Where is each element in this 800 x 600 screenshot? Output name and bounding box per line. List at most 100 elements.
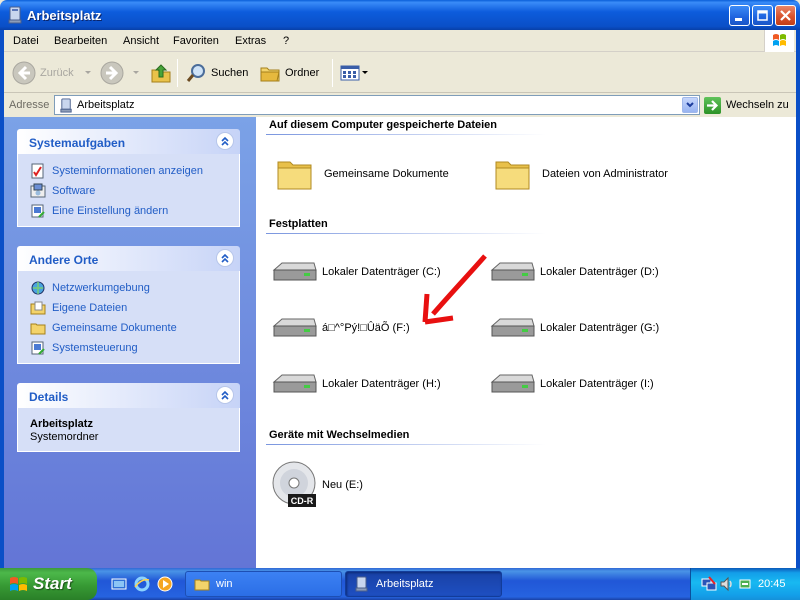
title-bar[interactable]: Arbeitsplatz: [0, 0, 800, 30]
windows-flag-icon: [10, 577, 27, 591]
toolbar-separator: [332, 59, 333, 87]
item-drive-g[interactable]: Lokaler Datenträger (G:): [488, 306, 659, 350]
cd-r-icon: CD-R: [272, 461, 316, 507]
views-icon: [340, 65, 360, 81]
item-shared-documents[interactable]: Gemeinsame Dokumente: [272, 152, 449, 196]
menu-help[interactable]: ?: [283, 35, 289, 47]
link-shared-documents[interactable]: Gemeinsame Dokumente: [30, 318, 239, 338]
chevron-up-icon: [221, 253, 229, 263]
item-label: Neu (E:): [322, 479, 363, 491]
link-label: Systemsteuerung: [52, 342, 138, 354]
views-button[interactable]: [339, 59, 369, 87]
windows-logo: [764, 30, 794, 52]
system-tasks-panel: Systemaufgaben Systeminformationen anzei…: [17, 129, 240, 227]
chevron-up-icon: [221, 136, 229, 146]
network-tray-icon[interactable]: [701, 576, 717, 592]
forward-button[interactable]: [100, 59, 142, 87]
folder-icon: [495, 161, 530, 190]
item-label: Gemeinsame Dokumente: [324, 168, 449, 180]
item-admin-files[interactable]: Dateien von Administrator: [490, 152, 668, 196]
collapse-button[interactable]: [216, 386, 234, 404]
chevron-up-icon: [221, 390, 229, 400]
computer-icon: [355, 576, 368, 592]
link-change-setting[interactable]: Eine Einstellung ändern: [30, 201, 239, 221]
system-tasks-header[interactable]: Systemaufgaben: [17, 129, 240, 154]
item-label: Dateien von Administrator: [542, 168, 668, 180]
annotation-arrow: [422, 254, 487, 325]
media-player-icon[interactable]: [157, 576, 173, 592]
task-pane: Systemaufgaben Systeminformationen anzei…: [4, 117, 256, 568]
details-title: Details: [29, 390, 69, 404]
toolbar-separator: [177, 59, 178, 87]
address-input[interactable]: Arbeitsplatz: [54, 95, 700, 115]
menu-ansicht[interactable]: Ansicht: [123, 35, 159, 47]
up-folder-icon: [151, 64, 171, 83]
link-software[interactable]: Software: [30, 181, 239, 201]
hard-drive-icon: [272, 262, 317, 281]
address-dropdown-button[interactable]: [682, 97, 698, 113]
address-bar: Adresse Arbeitsplatz Wechseln zu: [4, 94, 796, 116]
hard-drive-icon: [490, 318, 535, 337]
show-desktop-icon[interactable]: [111, 576, 127, 592]
up-folder-button[interactable]: [150, 59, 172, 87]
start-button[interactable]: Start: [0, 568, 97, 600]
link-control-panel[interactable]: Systemsteuerung: [30, 338, 239, 358]
collapse-button[interactable]: [216, 132, 234, 150]
item-drive-h[interactable]: Lokaler Datenträger (H:): [270, 362, 441, 406]
item-label: Lokaler Datenträger (G:): [540, 322, 660, 334]
link-system-info[interactable]: Systeminformationen anzeigen: [30, 161, 239, 181]
menu-favoriten[interactable]: Favoriten: [173, 35, 219, 47]
item-drive-e[interactable]: CD-R Neu (E:): [270, 459, 363, 511]
go-button[interactable]: Wechseln zu: [704, 96, 789, 114]
item-drive-d[interactable]: Lokaler Datenträger (D:): [488, 250, 659, 294]
computer-icon: [60, 98, 72, 113]
file-view: Auf diesem Computer gespeicherte Dateien…: [256, 117, 796, 568]
collapse-button[interactable]: [216, 249, 234, 267]
item-drive-i[interactable]: Lokaler Datenträger (I:): [488, 362, 654, 406]
link-label: Gemeinsame Dokumente: [52, 322, 177, 334]
close-button[interactable]: [775, 5, 796, 26]
item-drive-c[interactable]: Lokaler Datenträger (C:): [270, 250, 441, 294]
taskbar-button-win[interactable]: win: [185, 571, 342, 597]
window-border-right: [796, 30, 800, 568]
link-label: Software: [52, 185, 96, 197]
group-divider: [266, 134, 546, 135]
taskbar: Start win Arbeitsplatz 20:45: [0, 568, 800, 600]
maximize-icon: [757, 10, 768, 21]
search-button[interactable]: Suchen: [185, 59, 248, 87]
group-title: Festplatten: [269, 218, 328, 230]
other-places-body: Netzwerkumgebung Eigene Dateien Gemeinsa…: [17, 271, 240, 364]
folder-icon: [30, 323, 46, 335]
item-drive-f[interactable]: á□^°Pý!□ÛäÕ (F:): [270, 306, 410, 350]
back-arrow-icon: [12, 61, 36, 85]
close-icon: [780, 10, 791, 21]
hard-drive-icon: [272, 318, 317, 337]
link-label: Netzwerkumgebung: [52, 282, 150, 294]
other-places-title: Andere Orte: [29, 253, 99, 267]
details-body: Arbeitsplatz Systemordner: [17, 408, 240, 452]
taskbar-button-arbeitsplatz[interactable]: Arbeitsplatz: [345, 571, 502, 597]
details-header[interactable]: Details: [17, 383, 240, 408]
other-places-header[interactable]: Andere Orte: [17, 246, 240, 271]
folders-label: Ordner: [285, 67, 320, 79]
internet-explorer-icon[interactable]: [134, 576, 150, 592]
link-label: Systeminformationen anzeigen: [52, 165, 204, 177]
software-icon: [30, 183, 46, 198]
back-label: Zurück: [40, 67, 74, 79]
start-label: Start: [33, 574, 72, 593]
menu-datei[interactable]: Datei: [13, 35, 39, 47]
go-label: Wechseln zu: [726, 99, 789, 111]
menu-bearbeiten[interactable]: Bearbeiten: [54, 35, 107, 47]
link-my-documents[interactable]: Eigene Dateien: [30, 298, 239, 318]
link-network[interactable]: Netzwerkumgebung: [30, 278, 239, 298]
back-button[interactable]: Zurück: [12, 59, 94, 87]
menu-extras[interactable]: Extras: [235, 35, 266, 47]
toolbar: Zurück Suchen Ordner: [4, 53, 796, 93]
folders-button[interactable]: Ordner: [259, 59, 319, 87]
minimize-button[interactable]: [729, 5, 750, 26]
chevron-down-icon: [133, 71, 139, 74]
maximize-button[interactable]: [752, 5, 773, 26]
safely-remove-icon[interactable]: [737, 576, 753, 592]
item-label: á□^°Pý!□ÛäÕ (F:): [322, 322, 410, 334]
volume-icon[interactable]: [719, 576, 735, 592]
